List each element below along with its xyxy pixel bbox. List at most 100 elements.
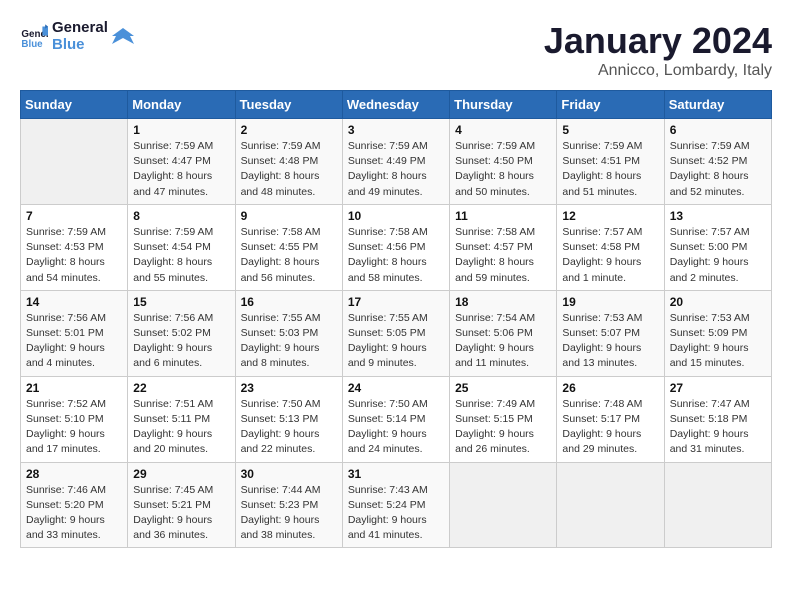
day-number: 6: [670, 123, 766, 137]
weekday-header-friday: Friday: [557, 91, 664, 119]
day-number: 9: [241, 209, 337, 223]
day-number: 25: [455, 381, 551, 395]
calendar-table: SundayMondayTuesdayWednesdayThursdayFrid…: [20, 90, 772, 548]
day-info: Sunrise: 7:56 AM Sunset: 5:02 PM Dayligh…: [133, 311, 229, 372]
day-info: Sunrise: 7:46 AM Sunset: 5:20 PM Dayligh…: [26, 483, 122, 544]
day-info: Sunrise: 7:58 AM Sunset: 4:57 PM Dayligh…: [455, 225, 551, 286]
day-info: Sunrise: 7:58 AM Sunset: 4:56 PM Dayligh…: [348, 225, 444, 286]
day-info: Sunrise: 7:47 AM Sunset: 5:18 PM Dayligh…: [670, 397, 766, 458]
location-subtitle: Annicco, Lombardy, Italy: [544, 62, 772, 80]
calendar-cell: 4 Sunrise: 7:59 AM Sunset: 4:50 PM Dayli…: [450, 119, 557, 205]
day-info: Sunrise: 7:51 AM Sunset: 5:11 PM Dayligh…: [133, 397, 229, 458]
calendar-cell: 17 Sunrise: 7:55 AM Sunset: 5:05 PM Dayl…: [342, 290, 449, 376]
month-title: January 2024: [544, 20, 772, 62]
day-info: Sunrise: 7:54 AM Sunset: 5:06 PM Dayligh…: [455, 311, 551, 372]
day-info: Sunrise: 7:50 AM Sunset: 5:13 PM Dayligh…: [241, 397, 337, 458]
calendar-cell: 3 Sunrise: 7:59 AM Sunset: 4:49 PM Dayli…: [342, 119, 449, 205]
calendar-cell: 19 Sunrise: 7:53 AM Sunset: 5:07 PM Dayl…: [557, 290, 664, 376]
day-number: 11: [455, 209, 551, 223]
day-number: 24: [348, 381, 444, 395]
calendar-cell: 23 Sunrise: 7:50 AM Sunset: 5:13 PM Dayl…: [235, 376, 342, 462]
day-info: Sunrise: 7:53 AM Sunset: 5:07 PM Dayligh…: [562, 311, 658, 372]
calendar-cell: 26 Sunrise: 7:48 AM Sunset: 5:17 PM Dayl…: [557, 376, 664, 462]
calendar-cell: 2 Sunrise: 7:59 AM Sunset: 4:48 PM Dayli…: [235, 119, 342, 205]
calendar-cell: 28 Sunrise: 7:46 AM Sunset: 5:20 PM Dayl…: [21, 462, 128, 548]
day-number: 30: [241, 467, 337, 481]
calendar-cell: 9 Sunrise: 7:58 AM Sunset: 4:55 PM Dayli…: [235, 204, 342, 290]
calendar-week-row: 1 Sunrise: 7:59 AM Sunset: 4:47 PM Dayli…: [21, 119, 772, 205]
day-number: 26: [562, 381, 658, 395]
calendar-cell: [664, 462, 771, 548]
day-info: Sunrise: 7:59 AM Sunset: 4:53 PM Dayligh…: [26, 225, 122, 286]
weekday-header-tuesday: Tuesday: [235, 91, 342, 119]
day-number: 23: [241, 381, 337, 395]
day-info: Sunrise: 7:52 AM Sunset: 5:10 PM Dayligh…: [26, 397, 122, 458]
calendar-week-row: 7 Sunrise: 7:59 AM Sunset: 4:53 PM Dayli…: [21, 204, 772, 290]
calendar-cell: 6 Sunrise: 7:59 AM Sunset: 4:52 PM Dayli…: [664, 119, 771, 205]
day-number: 29: [133, 467, 229, 481]
day-info: Sunrise: 7:59 AM Sunset: 4:54 PM Dayligh…: [133, 225, 229, 286]
day-number: 14: [26, 295, 122, 309]
logo-icon: General Blue: [20, 23, 48, 51]
calendar-cell: 11 Sunrise: 7:58 AM Sunset: 4:57 PM Dayl…: [450, 204, 557, 290]
day-number: 3: [348, 123, 444, 137]
day-number: 13: [670, 209, 766, 223]
day-number: 8: [133, 209, 229, 223]
calendar-cell: 8 Sunrise: 7:59 AM Sunset: 4:54 PM Dayli…: [128, 204, 235, 290]
calendar-cell: 14 Sunrise: 7:56 AM Sunset: 5:01 PM Dayl…: [21, 290, 128, 376]
day-info: Sunrise: 7:59 AM Sunset: 4:47 PM Dayligh…: [133, 139, 229, 200]
day-number: 20: [670, 295, 766, 309]
calendar-cell: 10 Sunrise: 7:58 AM Sunset: 4:56 PM Dayl…: [342, 204, 449, 290]
day-number: 12: [562, 209, 658, 223]
logo-line1: General: [52, 20, 108, 37]
svg-text:Blue: Blue: [21, 38, 43, 49]
day-number: 7: [26, 209, 122, 223]
day-info: Sunrise: 7:59 AM Sunset: 4:51 PM Dayligh…: [562, 139, 658, 200]
calendar-cell: 30 Sunrise: 7:44 AM Sunset: 5:23 PM Dayl…: [235, 462, 342, 548]
day-info: Sunrise: 7:57 AM Sunset: 4:58 PM Dayligh…: [562, 225, 658, 286]
day-info: Sunrise: 7:45 AM Sunset: 5:21 PM Dayligh…: [133, 483, 229, 544]
day-number: 27: [670, 381, 766, 395]
calendar-cell: 22 Sunrise: 7:51 AM Sunset: 5:11 PM Dayl…: [128, 376, 235, 462]
weekday-header-wednesday: Wednesday: [342, 91, 449, 119]
day-info: Sunrise: 7:59 AM Sunset: 4:52 PM Dayligh…: [670, 139, 766, 200]
calendar-body: 1 Sunrise: 7:59 AM Sunset: 4:47 PM Dayli…: [21, 119, 772, 548]
day-info: Sunrise: 7:55 AM Sunset: 5:05 PM Dayligh…: [348, 311, 444, 372]
day-info: Sunrise: 7:56 AM Sunset: 5:01 PM Dayligh…: [26, 311, 122, 372]
day-info: Sunrise: 7:53 AM Sunset: 5:09 PM Dayligh…: [670, 311, 766, 372]
day-info: Sunrise: 7:44 AM Sunset: 5:23 PM Dayligh…: [241, 483, 337, 544]
day-info: Sunrise: 7:57 AM Sunset: 5:00 PM Dayligh…: [670, 225, 766, 286]
calendar-cell: [21, 119, 128, 205]
calendar-cell: 13 Sunrise: 7:57 AM Sunset: 5:00 PM Dayl…: [664, 204, 771, 290]
day-info: Sunrise: 7:59 AM Sunset: 4:50 PM Dayligh…: [455, 139, 551, 200]
weekday-header-thursday: Thursday: [450, 91, 557, 119]
logo-line2: Blue: [52, 37, 108, 54]
day-info: Sunrise: 7:59 AM Sunset: 4:49 PM Dayligh…: [348, 139, 444, 200]
calendar-header-row: SundayMondayTuesdayWednesdayThursdayFrid…: [21, 91, 772, 119]
calendar-cell: 12 Sunrise: 7:57 AM Sunset: 4:58 PM Dayl…: [557, 204, 664, 290]
calendar-cell: [557, 462, 664, 548]
title-section: January 2024 Annicco, Lombardy, Italy: [544, 20, 772, 80]
day-number: 16: [241, 295, 337, 309]
calendar-cell: 5 Sunrise: 7:59 AM Sunset: 4:51 PM Dayli…: [557, 119, 664, 205]
calendar-cell: 24 Sunrise: 7:50 AM Sunset: 5:14 PM Dayl…: [342, 376, 449, 462]
calendar-week-row: 21 Sunrise: 7:52 AM Sunset: 5:10 PM Dayl…: [21, 376, 772, 462]
day-info: Sunrise: 7:55 AM Sunset: 5:03 PM Dayligh…: [241, 311, 337, 372]
calendar-cell: 18 Sunrise: 7:54 AM Sunset: 5:06 PM Dayl…: [450, 290, 557, 376]
logo-bird-icon: [112, 26, 134, 48]
day-number: 19: [562, 295, 658, 309]
day-info: Sunrise: 7:48 AM Sunset: 5:17 PM Dayligh…: [562, 397, 658, 458]
day-number: 5: [562, 123, 658, 137]
weekday-header-sunday: Sunday: [21, 91, 128, 119]
calendar-cell: 20 Sunrise: 7:53 AM Sunset: 5:09 PM Dayl…: [664, 290, 771, 376]
day-number: 4: [455, 123, 551, 137]
day-info: Sunrise: 7:58 AM Sunset: 4:55 PM Dayligh…: [241, 225, 337, 286]
day-info: Sunrise: 7:59 AM Sunset: 4:48 PM Dayligh…: [241, 139, 337, 200]
calendar-cell: 15 Sunrise: 7:56 AM Sunset: 5:02 PM Dayl…: [128, 290, 235, 376]
weekday-header-monday: Monday: [128, 91, 235, 119]
page-header: General Blue General Blue January 2024 A…: [20, 20, 772, 80]
calendar-cell: 31 Sunrise: 7:43 AM Sunset: 5:24 PM Dayl…: [342, 462, 449, 548]
day-number: 17: [348, 295, 444, 309]
day-number: 22: [133, 381, 229, 395]
calendar-cell: 1 Sunrise: 7:59 AM Sunset: 4:47 PM Dayli…: [128, 119, 235, 205]
